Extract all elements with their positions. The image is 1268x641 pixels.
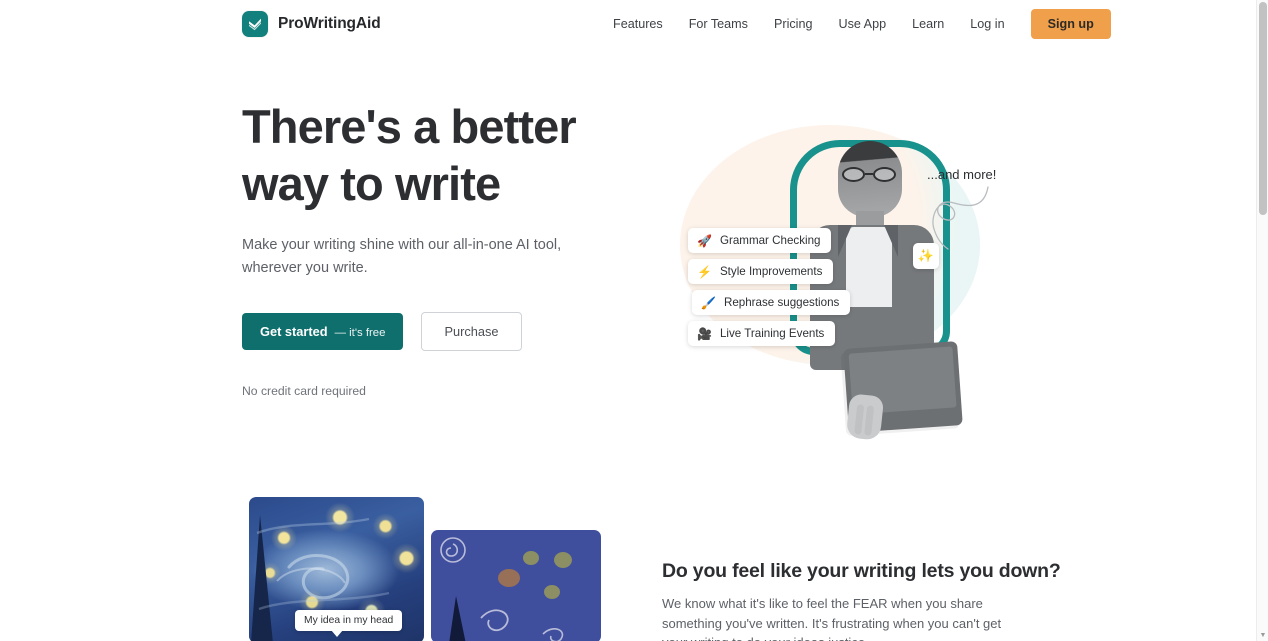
feature-chip-style-improvements: ⚡ Style Improvements — [688, 259, 834, 284]
scroll-down-arrow-icon[interactable]: ▼ — [1257, 629, 1268, 641]
hero-title-line-2: way to write — [242, 157, 501, 210]
nav-item-use-app[interactable]: Use App — [825, 11, 899, 37]
idea-tooltip: My idea in my head — [295, 610, 403, 637]
hero-cta-row: Get started — it's free Purchase — [242, 312, 642, 351]
sign-up-button[interactable]: Sign up — [1030, 9, 1111, 39]
and-more-annotation: ...and more! — [927, 167, 997, 182]
no-credit-card-note: No credit card required — [242, 384, 366, 398]
section-body: We know what it's like to feel the FEAR … — [662, 596, 1002, 641]
get-started-label: Get started — [260, 324, 328, 339]
feature-chip-label: Grammar Checking — [719, 234, 821, 247]
nav-item-learn[interactable]: Learn — [899, 11, 957, 37]
vertical-scrollbar[interactable]: ▲ ▼ — [1256, 0, 1268, 641]
paintbrush-icon: 🖌️ — [701, 295, 716, 310]
feature-chip-live-training-events: 🎥 Live Training Events — [688, 321, 836, 346]
flat-swirls — [440, 537, 572, 641]
nav-item-features[interactable]: Features — [600, 11, 676, 37]
feature-chip-label: Live Training Events — [719, 327, 825, 340]
site-header: ProWritingAid Features For Teams Pricing… — [0, 0, 1256, 48]
hero-title-line-1: There's a better — [242, 100, 577, 153]
video-camera-icon: 🎥 — [697, 326, 712, 341]
person-collar-left — [838, 225, 852, 257]
nav-item-pricing[interactable]: Pricing — [761, 11, 826, 37]
rocket-icon: 🚀 — [697, 233, 712, 248]
feature-chip-label: Rephrase suggestions — [723, 296, 840, 309]
nav-item-log-in[interactable]: Log in — [957, 11, 1017, 37]
hero-illustration: 🚀 Grammar Checking ⚡ Style Improvements … — [650, 95, 1050, 441]
main-navigation: Features For Teams Pricing Use App Learn… — [600, 0, 1111, 48]
glasses-icon — [840, 167, 900, 182]
brand-logo-link[interactable]: ProWritingAid — [242, 11, 381, 37]
lower-text-block: Do you feel like your writing lets you d… — [662, 560, 1062, 641]
starry-night-card: My idea in my head — [249, 497, 424, 641]
page-title: There's a better way to write — [242, 98, 642, 212]
person-collar-right — [884, 225, 898, 257]
section-title: Do you feel like your writing lets you d… — [662, 560, 1061, 582]
feature-chip-label: Style Improvements — [719, 265, 823, 278]
get-started-free-suffix: — it's free — [334, 327, 386, 339]
hero-subtitle: Make your writing shine with our all-in-… — [242, 237, 562, 276]
nav-item-for-teams[interactable]: For Teams — [676, 11, 761, 37]
lightning-icon: ⚡ — [697, 264, 712, 279]
prowritingaid-logo-icon — [242, 11, 268, 37]
page-root: ProWritingAid Features For Teams Pricing… — [0, 0, 1268, 641]
get-started-button[interactable]: Get started — it's free — [242, 313, 404, 350]
illustration-cards: My idea in my head — [249, 497, 629, 641]
feature-chip-grammar-checking: 🚀 Grammar Checking — [688, 228, 832, 253]
scrollbar-thumb[interactable] — [1259, 2, 1267, 215]
purchase-button[interactable]: Purchase — [421, 312, 522, 351]
curly-arrow-icon — [932, 186, 989, 250]
simplified-painting-card — [431, 530, 601, 641]
brand-name: ProWritingAid — [278, 15, 381, 32]
person-hand — [845, 393, 885, 441]
hero-text-block: There's a better way to write Make your … — [242, 98, 642, 398]
feature-chip-rephrase-suggestions: 🖌️ Rephrase suggestions — [692, 290, 851, 315]
